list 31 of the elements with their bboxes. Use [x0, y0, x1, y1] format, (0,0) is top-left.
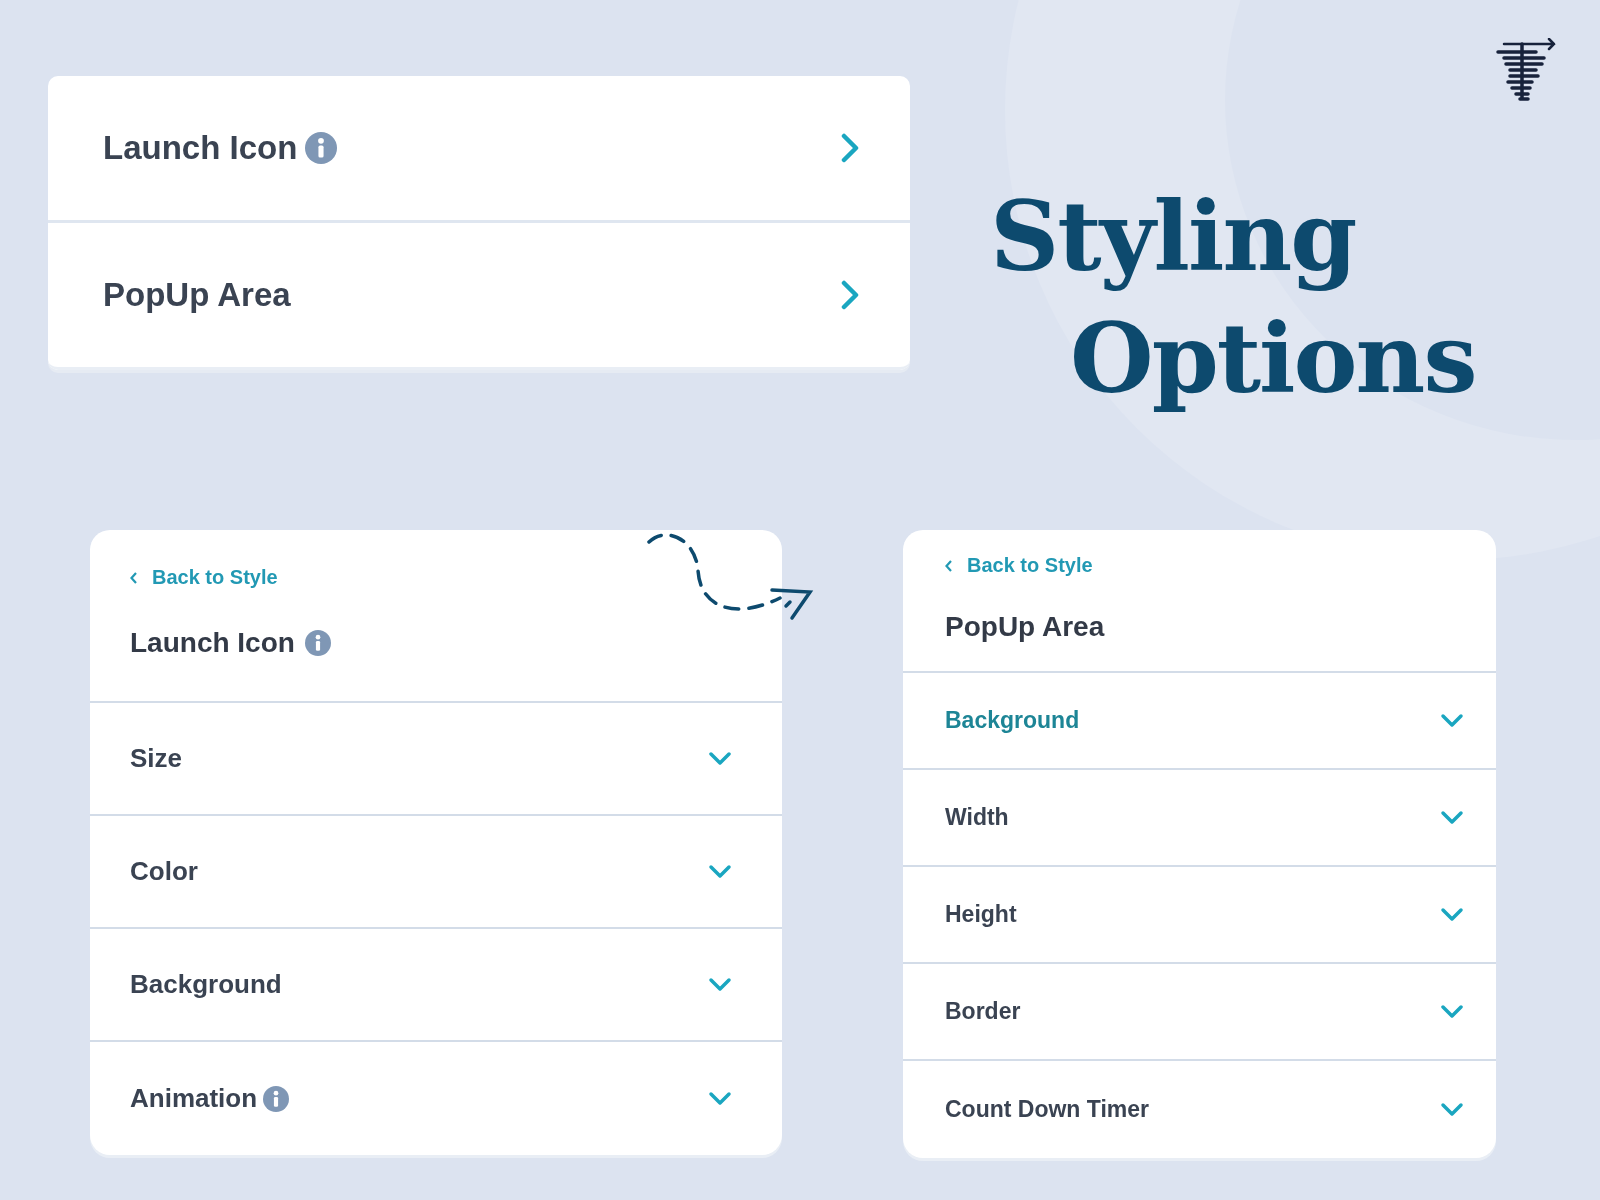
section-row[interactable]: Background [903, 673, 1496, 770]
chevron-down-icon [1440, 1101, 1464, 1118]
section-row[interactable]: Size [90, 703, 782, 816]
page-title: Styling [990, 179, 1357, 295]
section-row[interactable]: Width [903, 770, 1496, 867]
section-row[interactable]: Background [90, 929, 782, 1042]
menu-item[interactable]: PopUp Area [48, 223, 910, 370]
section-row[interactable]: Height [903, 867, 1496, 964]
info-icon [304, 630, 331, 656]
panel-title: PopUp Area [945, 611, 1105, 643]
section-row[interactable]: Count Down Timer [903, 1061, 1496, 1158]
info-icon [263, 1085, 290, 1112]
info-icon [305, 132, 338, 164]
chevron-down-icon [708, 750, 732, 767]
menu-item[interactable]: Launch Icon [48, 76, 910, 223]
chevron-left-icon [945, 559, 953, 572]
page-title: Options [1070, 301, 1476, 417]
chevron-down-icon [1440, 809, 1464, 826]
chevron-down-icon [1440, 1003, 1464, 1020]
chevron-down-icon [708, 863, 732, 880]
chevron-left-icon [130, 571, 138, 584]
section-row[interactable]: Color [90, 816, 782, 929]
chevron-down-icon [708, 976, 732, 993]
section-row[interactable]: Animation [90, 1042, 782, 1155]
chevron-down-icon [1440, 712, 1464, 729]
panel-title: Launch Icon [130, 627, 295, 659]
chevron-down-icon [1440, 906, 1464, 923]
chevron-right-icon [840, 133, 860, 163]
chevron-right-icon [840, 280, 860, 310]
chevron-down-icon [708, 1090, 732, 1107]
section-row[interactable]: Border [903, 964, 1496, 1061]
